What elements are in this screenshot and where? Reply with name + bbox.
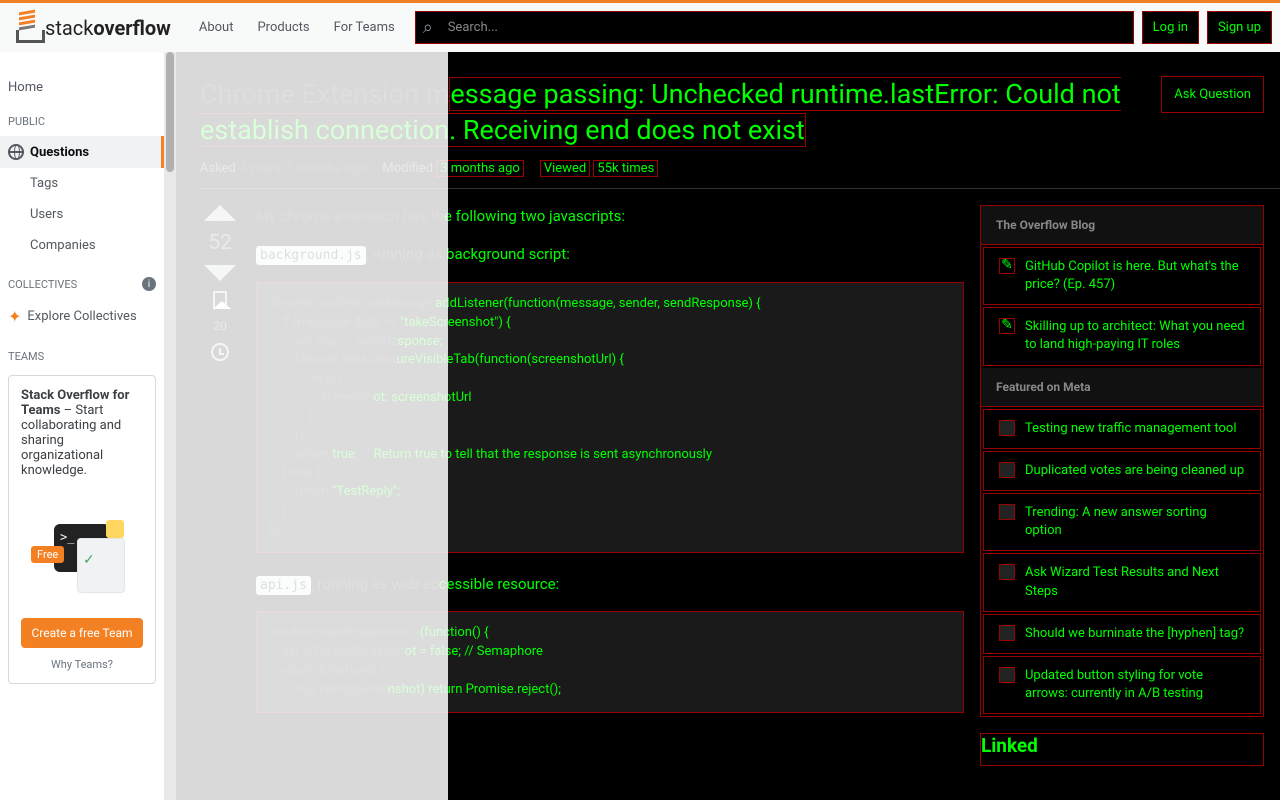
top-nav: About Products For Teams — [187, 14, 407, 41]
pencil-icon: ✎ — [999, 258, 1015, 274]
meta-item[interactable]: Duplicated votes are being cleaned up — [983, 451, 1261, 491]
vote-controls: 52 20 — [200, 205, 240, 800]
topbar: stackoverflow About Products For Teams ⌕… — [0, 0, 1280, 52]
sidebar-item-tags[interactable]: Tags — [0, 168, 164, 199]
meta-item[interactable]: Trending: A new answer sorting option — [983, 493, 1261, 551]
sidebar-scrollbar[interactable] — [164, 52, 176, 800]
modified-link[interactable]: 3 months ago — [436, 160, 524, 177]
bookmark-button[interactable] — [213, 291, 227, 309]
sidebar-item-companies[interactable]: Companies — [0, 230, 164, 261]
code-block-api: window.takeScreenshot = (function() { va… — [256, 611, 964, 712]
blog-item[interactable]: ✎GitHub Copilot is here. But what's the … — [983, 247, 1261, 305]
meta-item[interactable]: Testing new traffic management tool — [983, 409, 1261, 449]
teams-illustration: >_ Free — [21, 488, 143, 608]
signup-button[interactable]: Sign up — [1207, 11, 1272, 44]
speech-bubble-icon — [106, 520, 124, 538]
sidebar-item-explore-collectives[interactable]: ✦ Explore Collectives — [0, 299, 164, 334]
meta-item[interactable]: Ask Wizard Test Results and Next Steps — [983, 553, 1261, 611]
history-button[interactable] — [211, 343, 229, 361]
sidebar-home[interactable]: Home — [0, 76, 164, 99]
pencil-icon: ✎ — [999, 318, 1015, 334]
overflow-blog-header: The Overflow Blog — [981, 206, 1263, 245]
code-filename-api: api.js — [256, 576, 311, 595]
right-sidebar: The Overflow Blog ✎GitHub Copilot is her… — [980, 205, 1280, 800]
question-body: My chrome extension has the following tw… — [256, 205, 964, 800]
free-badge: Free — [31, 546, 64, 563]
auth-buttons: Log in Sign up — [1142, 11, 1272, 44]
nav-about[interactable]: About — [187, 14, 246, 41]
vote-score: 52 — [208, 231, 232, 255]
sidebar-public-label: PUBLIC — [0, 115, 164, 128]
scrollbar-thumb[interactable] — [166, 52, 174, 172]
info-icon[interactable]: i — [142, 277, 156, 291]
question-meta: Asked 3 years, 5 months ago Modified 3 m… — [200, 161, 1280, 189]
meta-item[interactable]: Updated button styling for vote arrows: … — [983, 656, 1261, 714]
sidebar-collectives-label: COLLECTIVES i — [0, 277, 164, 291]
main-content: Chrome Extension message passing: Unchec… — [176, 52, 1280, 800]
blog-item[interactable]: ✎Skilling up to architect: What you need… — [983, 307, 1261, 365]
sidebar-item-users[interactable]: Users — [0, 199, 164, 230]
sidebar-questions-label: Questions — [30, 145, 89, 160]
logo-icon — [16, 13, 41, 43]
overflow-blog-widget: The Overflow Blog ✎GitHub Copilot is her… — [980, 205, 1264, 717]
star-icon: ✦ — [8, 307, 21, 326]
meta-icon — [999, 420, 1015, 436]
left-sidebar: Home PUBLIC Questions Tags Users Compani… — [0, 52, 164, 800]
meta-icon — [999, 625, 1015, 641]
question-column: 52 20 My chrome extension has the follow… — [200, 205, 964, 800]
search-wrap: ⌕ — [415, 11, 1134, 44]
nav-for-teams[interactable]: For Teams — [322, 14, 407, 41]
linked-header: Linked — [980, 733, 1264, 766]
code-block-background: chrome.runtime.onMessage.addListener(fun… — [256, 282, 964, 553]
question-title: Chrome Extension message passing: Unchec… — [200, 76, 1145, 149]
question-header: Chrome Extension message passing: Unchec… — [200, 76, 1280, 149]
upvote-button[interactable] — [204, 205, 236, 221]
why-teams-link[interactable]: Why Teams? — [21, 658, 143, 671]
login-button[interactable]: Log in — [1142, 11, 1199, 44]
nav-products[interactable]: Products — [245, 14, 321, 41]
logo-text: stackoverflow — [45, 16, 171, 40]
bookmark-count: 20 — [213, 319, 227, 333]
search-icon: ⌕ — [423, 17, 433, 38]
search-input[interactable] — [415, 11, 1134, 44]
meta-item[interactable]: Should we burninate the [hyphen] tag? — [983, 614, 1261, 654]
create-team-button[interactable]: Create a free Team — [21, 618, 143, 648]
meta-icon — [999, 462, 1015, 478]
meta-icon — [999, 504, 1015, 520]
downvote-button[interactable] — [204, 265, 236, 281]
sidebar-item-questions[interactable]: Questions — [0, 136, 164, 168]
logo[interactable]: stackoverflow — [8, 13, 179, 43]
sidebar-teams-label: TEAMS — [0, 350, 164, 363]
meta-icon — [999, 564, 1015, 580]
card-stack-icon — [77, 538, 125, 593]
featured-meta-header: Featured on Meta — [981, 368, 1263, 407]
ask-question-button[interactable]: Ask Question — [1161, 76, 1264, 113]
globe-icon — [8, 144, 24, 160]
code-filename-bg: background.js — [256, 246, 366, 265]
meta-icon — [999, 667, 1015, 683]
teams-promo: Stack Overflow for Teams – Start collabo… — [8, 375, 156, 684]
